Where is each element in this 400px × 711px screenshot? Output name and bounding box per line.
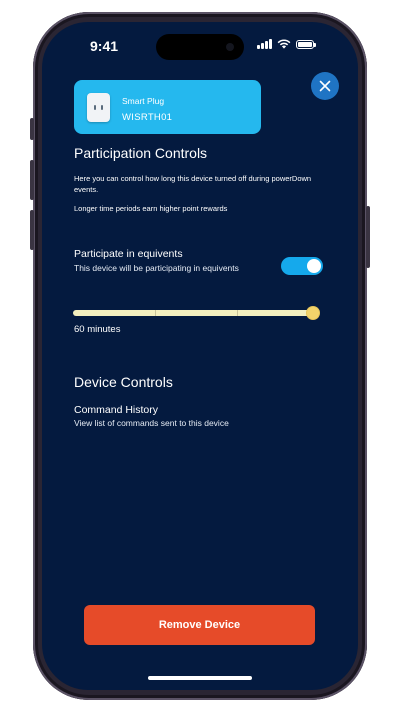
smart-plug-image (87, 93, 110, 122)
slider-tick (237, 310, 238, 316)
device-name: WISRTH01 (122, 112, 173, 123)
silent-switch (30, 118, 34, 140)
command-history-sublabel: View list of commands sent to this devic… (74, 418, 229, 428)
wifi-icon (277, 39, 291, 49)
app-screen: 9:41 Smart Plug WISRTH01 Participation C… (42, 22, 358, 690)
close-button[interactable] (311, 72, 339, 100)
status-bar: 9:41 (42, 22, 358, 68)
status-time: 9:41 (90, 38, 119, 54)
slider-tick (155, 310, 156, 316)
remove-device-button[interactable]: Remove Device (84, 605, 315, 645)
participation-controls-title: Participation Controls (74, 145, 208, 161)
close-icon (319, 80, 331, 92)
device-controls-title: Device Controls (74, 374, 173, 390)
toggle-knob (307, 259, 321, 273)
volume-up-button (30, 160, 34, 200)
slider-thumb[interactable] (307, 307, 319, 319)
home-indicator[interactable] (148, 676, 252, 680)
participation-note: Longer time periods earn higher point re… (74, 204, 228, 213)
device-card: Smart Plug WISRTH01 (74, 80, 261, 134)
dynamic-island (156, 34, 244, 60)
participate-toggle-sublabel: This device will be participating in equ… (74, 263, 239, 273)
device-type-label: Smart Plug (122, 96, 165, 106)
command-history-link[interactable]: Command History (74, 404, 158, 416)
battery-icon (296, 40, 316, 49)
volume-down-button (30, 210, 34, 250)
status-icons (257, 39, 316, 49)
participation-description: Here you can control how long this devic… (74, 174, 312, 194)
camera-icon (226, 43, 234, 51)
power-button (366, 206, 370, 268)
cellular-signal-icon (257, 39, 272, 49)
duration-slider[interactable] (73, 306, 319, 320)
participate-toggle[interactable] (281, 257, 323, 275)
slider-track (73, 310, 319, 316)
slider-value-label: 60 minutes (74, 324, 121, 335)
participate-toggle-label: Participate in equivents (74, 248, 183, 260)
